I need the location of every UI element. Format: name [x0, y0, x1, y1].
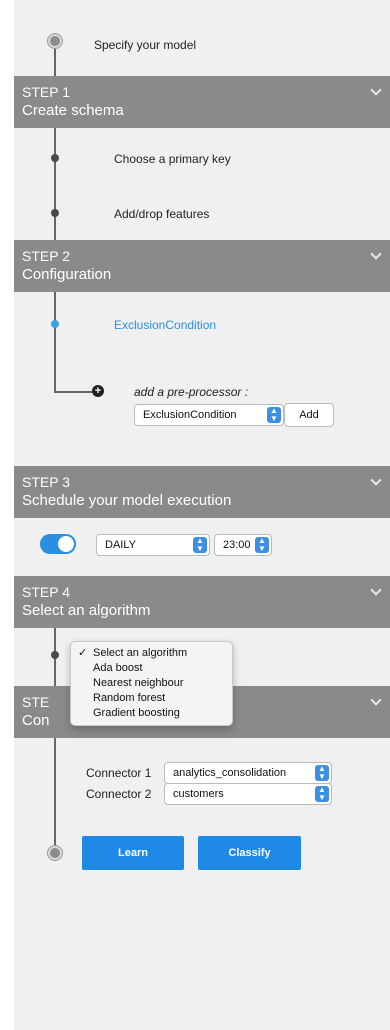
- toggle-knob: [58, 536, 74, 552]
- model-wizard-panel: Specify your model STEP 1 Create schema …: [14, 0, 390, 1030]
- learn-button[interactable]: Learn: [82, 836, 184, 870]
- schedule-toggle[interactable]: [40, 534, 76, 554]
- connector-1-label: Connector 1: [86, 766, 152, 780]
- algorithm-option[interactable]: Gradient boosting: [71, 706, 232, 721]
- timeline-rail-step2: [54, 292, 56, 392]
- algorithm-option-label: Ada boost: [93, 662, 143, 674]
- preprocessor-select[interactable]: ExclusionCondition ▲ ▼: [134, 404, 284, 426]
- intro-label: Specify your model: [94, 38, 197, 52]
- connector-2-label: Connector 2: [86, 787, 152, 801]
- step2-title: Configuration: [22, 266, 112, 283]
- algorithm-option[interactable]: Random forest: [71, 691, 232, 706]
- step4-number: STEP 4: [22, 584, 70, 600]
- intro-node: [48, 34, 62, 48]
- classify-button[interactable]: Classify: [198, 836, 301, 870]
- step2-item-node: [51, 320, 59, 328]
- up-down-stepper-icon: ▲ ▼: [255, 537, 269, 553]
- timeline-rail-step1: [54, 128, 56, 240]
- up-down-stepper-icon: ▲ ▼: [267, 407, 281, 423]
- step3-title: Schedule your model execution: [22, 492, 232, 509]
- plus-icon[interactable]: +: [92, 385, 104, 397]
- preprocessor-select-value: ExclusionCondition: [143, 409, 237, 421]
- step1-item-primary-key[interactable]: Choose a primary key: [114, 152, 231, 166]
- algorithm-option[interactable]: Nearest neighbour: [71, 676, 232, 691]
- step4-header[interactable]: STEP 4 Select an algorithm: [14, 576, 390, 628]
- step4-item-node: [51, 651, 59, 659]
- step2-header[interactable]: STEP 2 Configuration: [14, 240, 390, 292]
- frequency-select[interactable]: DAILY ▲ ▼: [96, 534, 210, 556]
- algorithm-option-label: Random forest: [93, 692, 166, 704]
- preprocessor-label: add a pre-processor :: [134, 385, 249, 399]
- step1-item-node: [51, 154, 59, 162]
- time-select-value: 23:00: [223, 539, 251, 551]
- time-select[interactable]: 23:00 ▲ ▼: [214, 534, 272, 556]
- algorithm-option-label: Select an algorithm: [93, 647, 188, 659]
- up-down-stepper-icon: ▲ ▼: [193, 537, 207, 553]
- step1-title: Create schema: [22, 102, 124, 119]
- step1-number: STEP 1: [22, 84, 70, 100]
- algorithm-option-label: Gradient boosting: [93, 707, 180, 719]
- connector-2-select[interactable]: customers ▲ ▼: [164, 783, 332, 805]
- frequency-select-value: DAILY: [105, 539, 136, 551]
- step1-header[interactable]: STEP 1 Create schema: [14, 76, 390, 128]
- algorithm-dropdown[interactable]: ✓ Select an algorithm Ada boost Nearest …: [70, 641, 233, 726]
- step1-item-node: [51, 209, 59, 217]
- step3-number: STEP 3: [22, 474, 70, 490]
- algorithm-option[interactable]: ✓ Select an algorithm: [71, 646, 232, 661]
- step1-item-add-drop[interactable]: Add/drop features: [114, 207, 209, 221]
- add-preprocessor-button[interactable]: Add: [284, 403, 334, 427]
- connector-1-select[interactable]: analytics_consolidation ▲ ▼: [164, 762, 332, 784]
- step3-header[interactable]: STEP 3 Schedule your model execution: [14, 466, 390, 518]
- checkmark-icon: ✓: [78, 647, 88, 659]
- end-node: [48, 846, 62, 860]
- connector-1-value: analytics_consolidation: [173, 767, 287, 779]
- algorithm-option[interactable]: Ada boost: [71, 661, 232, 676]
- step4-title: Select an algorithm: [22, 602, 151, 619]
- up-down-stepper-icon: ▲ ▼: [315, 765, 329, 781]
- algorithm-option-label: Nearest neighbour: [93, 677, 184, 689]
- up-down-stepper-icon: ▲ ▼: [315, 786, 329, 802]
- connector-2-value: customers: [173, 788, 224, 800]
- timeline-rail-step4: [54, 628, 56, 860]
- step2-number: STEP 2: [22, 248, 70, 264]
- step2-item-exclusion[interactable]: ExclusionCondition: [114, 318, 216, 332]
